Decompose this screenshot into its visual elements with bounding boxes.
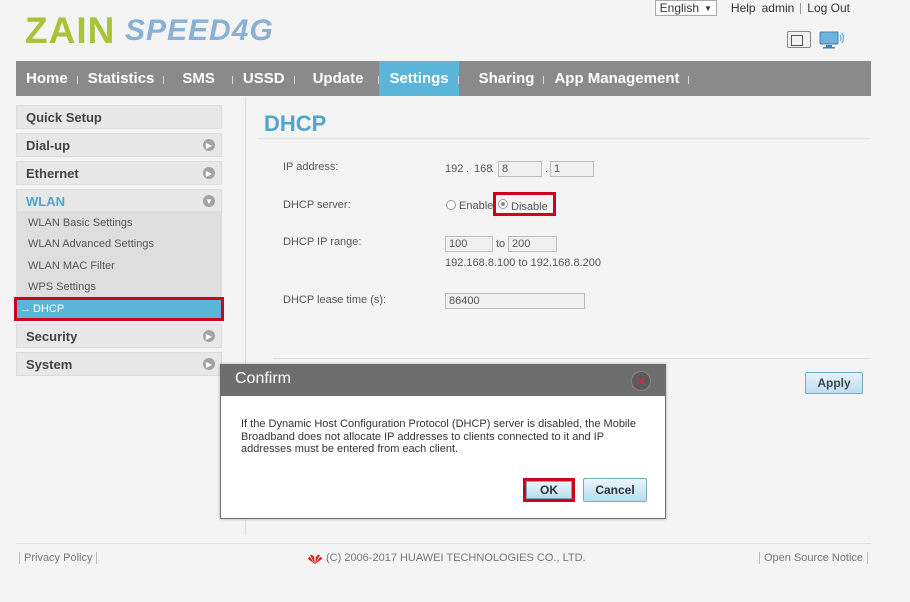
nav-update[interactable]: Update [295, 61, 380, 96]
dhcp-disable-label: Disable [511, 201, 548, 213]
dhcp-range-label: DHCP IP range: [283, 236, 362, 248]
chevron-right-icon: ▶ [203, 330, 215, 342]
range-end-input[interactable]: 200 [508, 236, 557, 252]
ip-octet-4-input[interactable]: 1 [550, 161, 594, 177]
nav-ussd[interactable]: USSD [233, 61, 295, 96]
sidebar-subitem-wlan-advanced[interactable]: WLAN Advanced Settings [16, 233, 222, 254]
ip-dot-3: . [545, 163, 549, 175]
zain-logo: ZAIN [25, 10, 116, 51]
title-underline [258, 138, 870, 139]
dialog-header: Confirm ✕ [221, 365, 665, 396]
sidebar-item-label: WLAN [26, 193, 65, 209]
close-icon[interactable]: ✕ [631, 371, 651, 391]
dhcp-enable-label: Enable [459, 200, 494, 212]
range-start-input[interactable]: 100 [445, 236, 493, 252]
ok-button[interactable]: OK [526, 481, 572, 499]
range-to-label: to [496, 238, 506, 250]
nav-sharing[interactable]: Sharing [459, 61, 545, 96]
lease-time-label: DHCP lease time (s): [283, 294, 387, 306]
sidebar-subitem-wlan-basic[interactable]: WLAN Basic Settings [16, 212, 222, 233]
footer-divider [16, 543, 871, 544]
language-value: English [659, 1, 699, 15]
copyright-text: (C) 2006-2017 HUAWEI TECHNOLOGIES CO., L… [326, 552, 586, 564]
chevron-down-icon: ▼ [704, 3, 712, 13]
lease-time-input[interactable]: 86400 [445, 293, 585, 309]
nav-statistics[interactable]: Statistics [78, 61, 165, 96]
ip-dot-1: . [466, 163, 470, 175]
sidebar-subitem-wlan-mac-filter[interactable]: WLAN MAC Filter [16, 255, 222, 276]
sidebar-subitem-wps[interactable]: WPS Settings [16, 276, 222, 297]
page-title: DHCP [264, 111, 327, 136]
chevron-right-icon: ▶ [203, 139, 215, 151]
open-source-notice-link[interactable]: Open Source Notice [759, 552, 869, 564]
sidebar-item-label: DHCP [33, 303, 65, 315]
sidebar-item-label: Security [26, 328, 78, 344]
sidebar-item-system[interactable]: System ▶ [16, 352, 222, 376]
huawei-logo-icon [307, 553, 323, 565]
sidebar-item-dialup[interactable]: Dial-up ▶ [16, 133, 222, 157]
nav-app-management[interactable]: App Management [544, 61, 690, 96]
user-link[interactable]: admin [762, 1, 795, 15]
dhcp-disable-radio[interactable] [498, 199, 508, 209]
confirm-dialog: Confirm ✕ If the Dynamic Host Configurat… [220, 364, 666, 519]
sidebar-item-wlan[interactable]: WLAN ▼ [16, 189, 222, 213]
apply-button[interactable]: Apply [805, 372, 863, 394]
nav-home[interactable]: Home [16, 61, 78, 96]
dhcp-enable-radio[interactable] [446, 200, 456, 210]
sidebar-subitem-dhcp[interactable]: → DHCP [14, 297, 224, 321]
computer-connected-icon[interactable] [819, 30, 845, 50]
sidebar-item-security[interactable]: Security ▶ [16, 324, 222, 348]
chevron-right-icon: ▶ [203, 167, 215, 179]
form-separator [273, 358, 870, 359]
arrow-right-icon: → [20, 303, 31, 315]
nav-sms[interactable]: SMS [164, 61, 233, 96]
main-nav: Home Statistics SMS USSD Update Settings… [16, 61, 871, 96]
ip-octet-2: 168 [474, 163, 493, 175]
ip-address-label: IP address: [283, 161, 339, 173]
top-links: English ▼ Help admin Log Out [654, 0, 850, 16]
dialog-message: If the Dynamic Host Configuration Protoc… [241, 418, 636, 455]
ip-octet-3-input[interactable]: 8 [498, 161, 542, 177]
dialog-title: Confirm [235, 370, 292, 387]
privacy-policy-link[interactable]: Privacy Policy [19, 552, 98, 564]
logout-link[interactable]: Log Out [807, 1, 850, 15]
sidebar-item-label: Ethernet [26, 165, 79, 181]
device-status-icon[interactable] [787, 31, 811, 48]
speed4g-logo: SPEED4G [125, 14, 274, 47]
cancel-button[interactable]: Cancel [583, 478, 647, 502]
sidebar-item-ethernet[interactable]: Ethernet ▶ [16, 161, 222, 185]
ip-dot-2: . [491, 163, 495, 175]
top-separator [800, 2, 802, 14]
sidebar-item-label: System [26, 356, 73, 372]
sidebar-item-quick-setup[interactable]: Quick Setup [16, 105, 222, 129]
ip-octet-1: 192 [445, 163, 464, 175]
language-select[interactable]: English ▼ [654, 0, 717, 16]
dhcp-server-label: DHCP server: [283, 199, 351, 211]
range-hint: 192.168.8.100 to 192.168.8.200 [445, 257, 601, 269]
chevron-down-icon: ▼ [203, 195, 215, 207]
chevron-right-icon: ▶ [203, 358, 215, 370]
sidebar-item-label: Dial-up [26, 137, 71, 153]
nav-settings[interactable]: Settings [379, 61, 459, 96]
help-link[interactable]: Help [731, 1, 756, 15]
sidebar-item-label: Quick Setup [26, 109, 102, 125]
